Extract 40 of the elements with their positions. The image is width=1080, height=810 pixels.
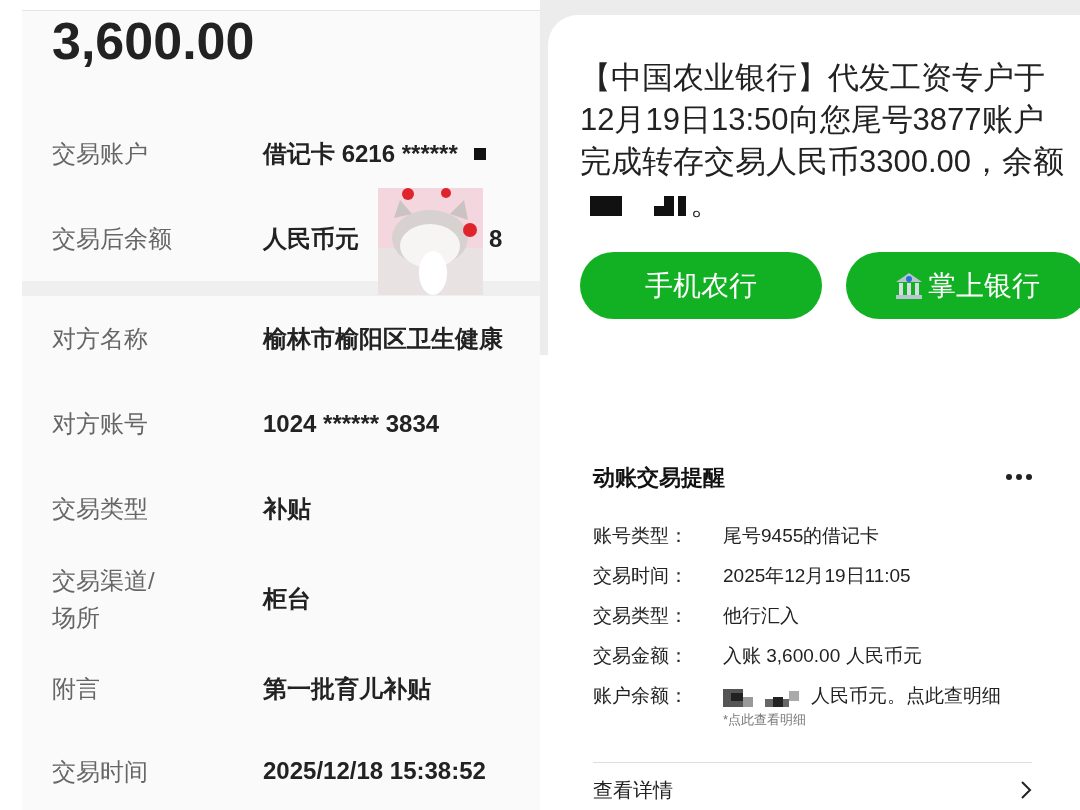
field-label: 交易渠道/场所	[52, 565, 156, 633]
bank-icon	[894, 270, 924, 301]
notice-value: 尾号9455的借记卡	[723, 523, 880, 548]
notice-label: 账户余额：	[593, 683, 689, 708]
field-label: 交易类型	[52, 494, 149, 524]
notice-value: 他行汇入	[723, 603, 799, 628]
notice-label: 交易类型：	[593, 603, 689, 628]
field-value: 借记卡 6216 ******	[263, 138, 458, 169]
notice-label: 交易金额：	[593, 643, 689, 668]
notice-title: 动账交易提醒	[593, 463, 725, 492]
notice-value: 入账 3,600.00 人民币元	[723, 643, 922, 668]
field-value: 第一批育儿补贴	[263, 673, 431, 704]
notice-value: 人民币元。点此查明细	[811, 683, 1001, 708]
sms-text-line: 12月19日13:50向您尾号3877账户	[580, 101, 1044, 139]
field-label: 附言	[52, 674, 101, 704]
field-value: 1024 ****** 3834	[263, 408, 440, 439]
notice-label: 交易时间：	[593, 563, 689, 588]
amount: 3,600.00	[52, 15, 255, 67]
chevron-right-icon[interactable]	[1020, 780, 1032, 800]
sms-text-end: 。	[690, 184, 721, 223]
notice-value: 2025年12月19日11:05	[723, 563, 911, 588]
more-icon[interactable]	[1006, 474, 1032, 480]
field-value: 补贴	[263, 493, 311, 524]
notice-label: 账号类型：	[593, 523, 689, 548]
field-value: 榆林市榆阳区卫生健康	[263, 323, 503, 354]
notice-note: *点此查看明细	[723, 711, 807, 729]
field-value: 人民币元	[263, 223, 359, 254]
field-value: 2025/12/18 15:38:52	[263, 756, 486, 786]
sms-text-line: 完成转存交易人民币3300.00，余额	[580, 143, 1065, 181]
field-label: 交易账户	[52, 138, 149, 169]
sms-action-button[interactable]: 手机农行	[580, 252, 822, 319]
field-label: 对方名称	[52, 324, 149, 354]
sms-action-button[interactable]: 掌上银行	[846, 252, 1080, 319]
field-value: 8	[489, 223, 503, 254]
sms-text-line: 【中国农业银行】代发工资专户于	[580, 59, 1045, 97]
field-value: 柜台	[263, 583, 311, 614]
view-details-link[interactable]: 查看详情	[593, 775, 673, 805]
field-label: 交易时间	[52, 756, 149, 787]
field-label: 对方账号	[52, 409, 149, 439]
field-label: 交易后余额	[52, 223, 173, 254]
